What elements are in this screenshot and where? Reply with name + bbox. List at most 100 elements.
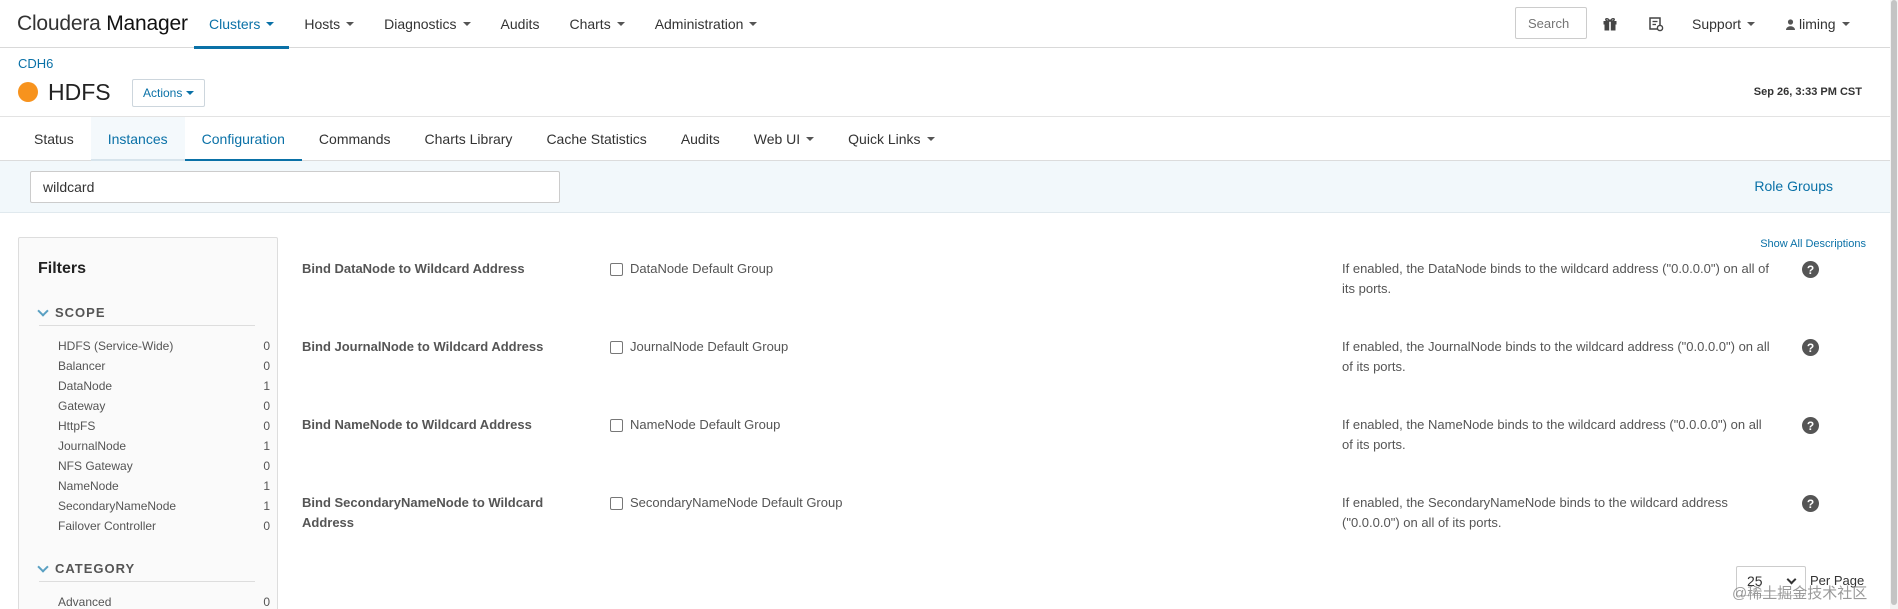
filter-count: 1 [263, 439, 270, 453]
support-menu[interactable]: Support [1692, 0, 1756, 48]
filter-item-balancer[interactable]: Balancer 0 [58, 359, 270, 373]
caret-down-icon [1841, 22, 1850, 26]
tab-charts-library[interactable]: Charts Library [408, 117, 530, 161]
filter-count: 0 [263, 339, 270, 353]
tab-label: Charts Library [424, 131, 513, 147]
config-description: If enabled, the JournalNode binds to the… [1342, 339, 1770, 374]
caret-down-icon [616, 22, 625, 26]
user-icon [1786, 18, 1795, 30]
nav-label: Clusters [209, 16, 261, 32]
filter-item-namenode[interactable]: NameNode 1 [58, 479, 270, 493]
config-name: Bind NameNode to Wildcard Address [302, 417, 532, 432]
tab-label: Commands [318, 131, 391, 147]
filter-label: NFS Gateway [58, 459, 133, 473]
divider [39, 325, 255, 326]
brand-name-part1: Cloudera [17, 12, 101, 35]
filter-label: NameNode [58, 479, 119, 493]
filter-item-secondarynamenode[interactable]: SecondaryNameNode 1 [58, 499, 270, 513]
config-checkbox[interactable] [610, 341, 623, 354]
filter-count: 0 [263, 419, 270, 433]
caret-down-icon [749, 22, 758, 26]
filter-count: 1 [263, 479, 270, 493]
nav-clusters[interactable]: Clusters [194, 0, 290, 49]
filter-item-datanode[interactable]: DataNode 1 [58, 379, 270, 393]
tasks-icon[interactable] [1645, 13, 1667, 35]
filter-item-journalnode[interactable]: JournalNode 1 [58, 439, 270, 453]
tab-web-ui[interactable]: Web UI [737, 117, 831, 161]
nav-label: Diagnostics [384, 16, 457, 32]
service-title: HDFS [48, 79, 111, 105]
filter-item-gateway[interactable]: Gateway 0 [58, 399, 270, 413]
gift-icon[interactable] [1599, 13, 1621, 35]
caret-down-icon [806, 137, 815, 141]
nav-label: Audits [500, 16, 540, 32]
chevron-down-icon [37, 560, 49, 573]
tab-label: Quick Links [848, 131, 921, 147]
actions-button[interactable]: Actions [132, 79, 206, 107]
watermark: @稀土掘金技术社区 [1732, 585, 1868, 602]
scope-section-header[interactable]: SCOPE [37, 304, 106, 320]
tab-quick-links[interactable]: Quick Links [831, 117, 951, 161]
global-search-input[interactable] [1515, 7, 1587, 39]
filter-item-nfs-gateway[interactable]: NFS Gateway 0 [58, 459, 270, 473]
nav-diagnostics[interactable]: Diagnostics [369, 0, 485, 48]
filter-item-advanced[interactable]: Advanced 0 [58, 595, 270, 609]
user-menu[interactable]: liming [1786, 0, 1850, 48]
filter-item-failover-controller[interactable]: Failover Controller 0 [58, 519, 270, 533]
help-icon[interactable]: ? [1802, 417, 1819, 434]
tab-configuration[interactable]: Configuration [184, 117, 303, 162]
tab-status[interactable]: Status [17, 117, 91, 161]
filter-label: Failover Controller [58, 519, 157, 533]
timestamp: Sep 26, 3:33 PM CST [1753, 86, 1862, 98]
caret-down-icon [462, 22, 471, 26]
breadcrumb-cluster[interactable]: CDH6 [18, 56, 53, 71]
filter-item-hdfs-service-wide[interactable]: HDFS (Service-Wide) 0 [58, 339, 270, 353]
help-icon[interactable]: ? [1802, 495, 1819, 512]
config-group-label: SecondaryNameNode Default Group [630, 495, 843, 510]
chevron-down-icon [37, 304, 49, 317]
caret-down-icon [926, 137, 935, 141]
config-group-label: JournalNode Default Group [630, 339, 789, 354]
filter-item-httpfs[interactable]: HttpFS 0 [58, 419, 270, 433]
filter-label: Advanced [58, 595, 112, 609]
filters-panel: Filters SCOPE HDFS (Service-Wide) 0 Balan… [18, 237, 278, 609]
help-icon[interactable]: ? [1802, 261, 1819, 278]
caret-down-icon [266, 22, 275, 26]
config-checkbox[interactable] [610, 497, 623, 510]
filter-count: 0 [263, 459, 270, 473]
config-description: If enabled, the DataNode binds to the wi… [1342, 261, 1769, 296]
main-nav: Clusters Hosts Diagnostics Audits Charts… [194, 0, 773, 49]
filter-count: 0 [263, 595, 270, 609]
tab-audits[interactable]: Audits [664, 117, 737, 161]
filter-label: Balancer [58, 359, 106, 373]
tab-label: Web UI [753, 131, 801, 147]
caret-down-icon [346, 22, 355, 26]
nav-label: Administration [654, 16, 744, 32]
role-groups-link[interactable]: Role Groups [1754, 178, 1833, 194]
brand-logo[interactable]: Cloudera Manager [17, 12, 188, 36]
config-search-input[interactable] [30, 171, 560, 203]
tab-instances[interactable]: Instances [90, 117, 185, 162]
support-label: Support [1692, 16, 1742, 32]
config-checkbox[interactable] [610, 263, 623, 276]
config-name: Bind JournalNode to Wildcard Address [302, 339, 544, 354]
help-icon[interactable]: ? [1802, 339, 1819, 356]
top-navbar: Cloudera Manager Clusters Hosts Diagnost… [0, 0, 1890, 49]
filter-label: Gateway [58, 399, 106, 413]
tab-commands[interactable]: Commands [302, 117, 408, 161]
nav-hosts[interactable]: Hosts [289, 0, 369, 48]
config-checkbox[interactable] [610, 419, 623, 432]
tab-cache-statistics[interactable]: Cache Statistics [529, 117, 663, 161]
show-all-descriptions-link[interactable]: Show All Descriptions [1760, 238, 1866, 250]
nav-administration[interactable]: Administration [640, 0, 773, 48]
nav-label: Hosts [304, 16, 341, 32]
nav-audits[interactable]: Audits [486, 0, 555, 48]
service-tabs: Status Instances Configuration Commands … [0, 116, 1890, 162]
nav-charts[interactable]: Charts [554, 0, 639, 48]
filter-count: 0 [263, 399, 270, 413]
category-section-header[interactable]: CATEGORY [37, 560, 135, 576]
user-label: liming [1799, 16, 1836, 32]
scrollbar-thumb[interactable] [1891, 0, 1897, 605]
brand-name-part2: Manager [106, 12, 188, 35]
scope-label: SCOPE [55, 305, 106, 320]
